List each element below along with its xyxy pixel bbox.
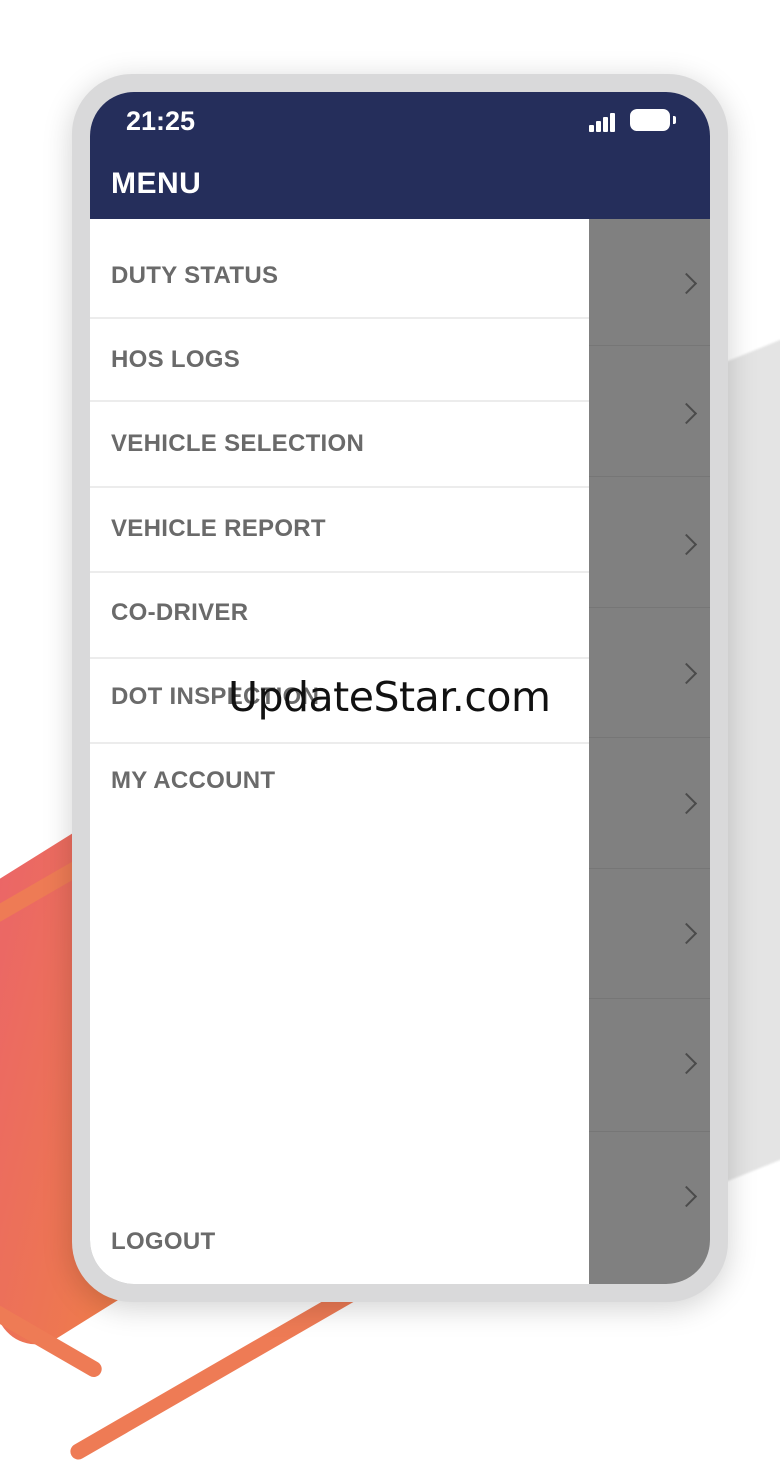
drawer-item-label: MY ACCOUNT (111, 767, 276, 794)
drawer-item-co-driver[interactable]: CO-DRIVER (90, 573, 589, 659)
menu-title: MENU (111, 167, 202, 200)
navigation-drawer: DUTY STATUS HOS LOGS VEHICLE SELECTION V… (90, 219, 589, 1284)
underlying-list-row[interactable] (589, 346, 710, 477)
drawer-item-vehicle-report[interactable]: VEHICLE REPORT (90, 488, 589, 573)
watermark-text: UpdateStar.com (228, 673, 551, 721)
drawer-item-label: VEHICLE REPORT (111, 515, 326, 542)
drawer-item-label: HOS LOGS (111, 346, 241, 373)
chevron-right-icon (675, 1052, 698, 1075)
battery-icon (630, 109, 670, 131)
drawer-item-hos-logs[interactable]: HOS LOGS (90, 319, 589, 402)
logout-button[interactable]: LOGOUT (90, 1209, 589, 1284)
underlying-list-row[interactable] (589, 608, 710, 738)
drawer-item-label: CO-DRIVER (111, 599, 249, 626)
underlying-list-row[interactable] (589, 219, 710, 346)
status-time: 21:25 (126, 106, 196, 136)
underlying-list-row[interactable] (589, 738, 710, 869)
cellular-signal-icon (589, 112, 621, 132)
chevron-right-icon (675, 533, 698, 556)
drawer-item-my-account[interactable]: MY ACCOUNT (90, 744, 589, 829)
chevron-right-icon (675, 662, 698, 685)
drawer-item-vehicle-selection[interactable]: VEHICLE SELECTION (90, 402, 589, 488)
chevron-right-icon (675, 402, 698, 425)
chevron-right-icon (675, 272, 698, 295)
drawer-item-duty-status[interactable]: DUTY STATUS (90, 219, 589, 319)
drawer-item-label: VEHICLE SELECTION (111, 430, 365, 457)
chevron-right-icon (675, 792, 698, 815)
underlying-list-row[interactable] (589, 869, 710, 999)
drawer-item-label: DUTY STATUS (111, 262, 279, 289)
chevron-right-icon (675, 1185, 698, 1208)
logout-label: LOGOUT (111, 1228, 216, 1255)
underlying-list-row[interactable] (589, 1132, 710, 1284)
battery-tip (673, 116, 676, 124)
app-header: 21:25 MENU (90, 92, 710, 219)
underlying-list-row[interactable] (589, 477, 710, 608)
underlying-list-row[interactable] (589, 999, 710, 1132)
chevron-right-icon (675, 922, 698, 945)
